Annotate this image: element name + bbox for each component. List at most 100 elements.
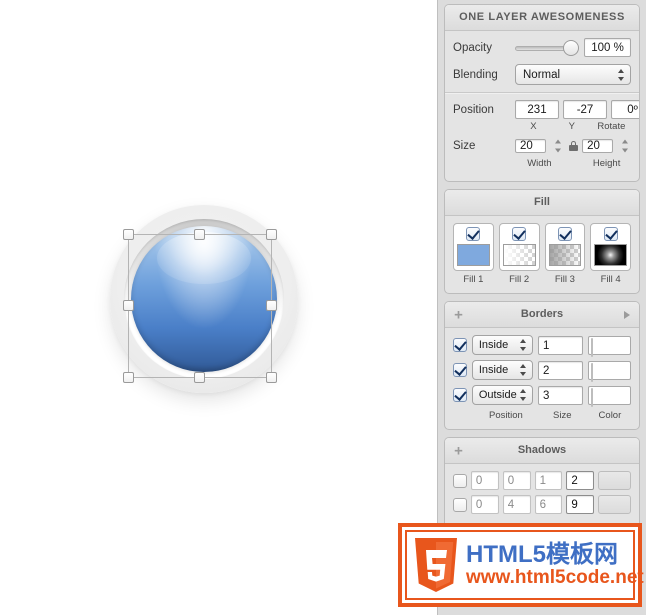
opacity-slider[interactable] <box>515 39 579 56</box>
resize-handle-w[interactable] <box>123 300 134 311</box>
shadow-1-field-3[interactable]: 1 <box>534 471 563 490</box>
shadow-1-checkbox[interactable] <box>453 473 467 488</box>
shadows-group: + Shadows 0 0 1 2 0 4 6 9 <box>444 437 640 528</box>
shadow-2-checkbox[interactable] <box>453 497 467 512</box>
size-width-sublabel: Width <box>527 158 552 169</box>
fill-2-label: Fill 2 <box>509 274 530 285</box>
shadow-row-2: 0 4 6 9 <box>453 495 631 514</box>
fill-3-label: Fill 3 <box>554 274 575 285</box>
resize-handle-sw[interactable] <box>123 372 134 383</box>
rotate-input[interactable]: 0º <box>611 100 639 119</box>
shadow-1-field-4[interactable]: 2 <box>566 471 595 490</box>
borders-group-header: + Borders <box>445 302 639 328</box>
selection-bounding-box[interactable] <box>123 229 277 383</box>
border-2-position-value: Inside <box>478 364 509 376</box>
rotate-sublabel: Rotate <box>597 121 626 132</box>
lock-sublabel-spacer <box>564 158 583 169</box>
borders-size-sublabel: Size <box>553 410 572 421</box>
resize-handle-nw[interactable] <box>123 229 134 240</box>
shadow-2-field-2[interactable]: 4 <box>502 495 531 514</box>
border-3-checkbox[interactable] <box>453 388 467 402</box>
border-2-checkbox[interactable] <box>453 363 467 377</box>
fill-1-checkbox[interactable] <box>466 227 481 241</box>
border-row-2: Inside 2 <box>453 360 631 382</box>
opacity-slider-knob[interactable] <box>563 39 579 56</box>
size-label: Size <box>453 140 476 152</box>
border-1-size-input[interactable]: 1 <box>538 335 583 355</box>
shadow-1-color-swatch[interactable] <box>598 471 631 490</box>
height-spinner-icon[interactable] <box>622 139 628 153</box>
stepper-arrows-icon[interactable] <box>520 363 527 377</box>
fill-item-3[interactable]: Fill 3 <box>544 223 586 285</box>
fill-list: Fill 1 Fill 2 Fill 3 Fill 4 <box>453 223 631 285</box>
border-3-position-dropdown[interactable]: Outside <box>471 385 534 405</box>
border-1-checkbox[interactable] <box>453 338 467 352</box>
canvas-area[interactable] <box>0 0 437 615</box>
chevron-right-icon[interactable] <box>624 310 630 319</box>
plus-icon[interactable]: + <box>453 307 464 322</box>
lock-icon[interactable] <box>568 141 578 151</box>
blending-label: Blending <box>453 68 498 81</box>
border-1-color-swatch[interactable] <box>587 335 631 357</box>
size-width-input[interactable]: 20 <box>515 139 546 153</box>
shadow-2-field-4[interactable]: 9 <box>566 495 595 514</box>
border-2-size-input[interactable]: 2 <box>538 360 583 380</box>
fill-4-checkbox[interactable] <box>603 227 618 241</box>
shadows-group-title: Shadows <box>517 444 567 456</box>
size-height-input[interactable]: 20 <box>582 139 613 153</box>
blending-dropdown[interactable]: Normal <box>515 64 631 85</box>
position-x-sublabel: X <box>530 121 537 132</box>
resize-handle-e[interactable] <box>266 300 277 311</box>
plus-icon[interactable]: + <box>453 443 464 458</box>
fill-3-checkbox[interactable] <box>557 227 572 241</box>
stepper-arrows-icon[interactable] <box>520 338 527 352</box>
borders-color-sublabel: Color <box>598 410 622 421</box>
resize-handle-ne[interactable] <box>266 229 277 240</box>
position-x-input[interactable]: 231 <box>515 100 559 119</box>
fill-group: Fill Fill 1 Fill 2 Fill 3 Fill 4 <box>444 189 640 294</box>
resize-handle-n[interactable] <box>194 229 205 240</box>
position-sublabels: X Y Rotate <box>515 121 631 132</box>
fill-4-label: Fill 4 <box>600 274 621 285</box>
border-3-size-input[interactable]: 3 <box>538 385 583 405</box>
borders-position-sublabel: Position <box>489 410 523 421</box>
blending-row: Blending Normal <box>453 64 631 85</box>
resize-handle-se[interactable] <box>266 372 277 383</box>
borders-sublabels: Position Size Color <box>453 410 631 421</box>
fill-2-swatch[interactable] <box>502 244 536 266</box>
border-row-3: Outside 3 <box>453 385 631 407</box>
fill-2-checkbox[interactable] <box>512 227 527 241</box>
watermark-line2: www.html5code.net <box>466 567 644 588</box>
border-2-color-swatch[interactable] <box>587 360 631 382</box>
shadow-1-field-2[interactable]: 0 <box>502 471 531 490</box>
border-1-position-dropdown[interactable]: Inside <box>471 335 534 355</box>
fill-item-1[interactable]: Fill 1 <box>453 223 494 285</box>
stepper-arrows-icon[interactable] <box>520 388 527 402</box>
border-3-color-swatch[interactable] <box>587 385 631 407</box>
shadow-2-color-swatch[interactable] <box>598 495 631 514</box>
fill-1-swatch[interactable] <box>457 244 490 266</box>
fill-item-4[interactable]: Fill 4 <box>590 223 631 285</box>
border-2-position-dropdown[interactable]: Inside <box>471 360 534 380</box>
size-width-stepper[interactable]: 20 <box>515 136 564 156</box>
html5-shield-icon <box>413 538 459 592</box>
shadow-2-field-3[interactable]: 6 <box>534 495 563 514</box>
fill-4-swatch[interactable] <box>594 244 627 266</box>
fill-3-swatch[interactable] <box>548 244 582 266</box>
divider <box>445 92 639 93</box>
fill-item-2[interactable]: Fill 2 <box>498 223 540 285</box>
size-height-stepper[interactable]: 20 <box>582 136 631 156</box>
width-spinner-icon[interactable] <box>554 139 561 153</box>
position-y-input[interactable]: -27 <box>563 100 607 119</box>
size-height-sublabel: Height <box>592 158 621 169</box>
resize-handle-s[interactable] <box>194 372 205 383</box>
stepper-arrows-icon[interactable] <box>618 68 625 82</box>
shadows-group-header: + Shadows <box>445 438 639 464</box>
blending-value: Normal <box>523 69 561 81</box>
watermark-line1: HTML5模板网 <box>466 541 618 568</box>
opacity-value-input[interactable]: 100 % <box>584 38 631 57</box>
border-3-position-value: Outside <box>478 389 517 401</box>
shadow-1-field-1[interactable]: 0 <box>470 471 499 490</box>
shadow-2-field-1[interactable]: 0 <box>470 495 499 514</box>
opacity-row: Opacity 100 % <box>453 38 631 57</box>
